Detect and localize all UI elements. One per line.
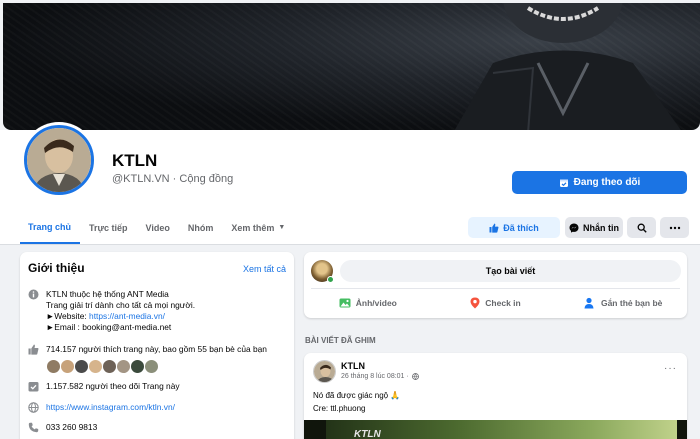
globe-icon [28,402,39,413]
followers-row: 1.157.582 người theo dõi Trang này [28,381,180,392]
pinned-posts-heading: BÀI VIẾT ĐÃ GHIM [305,336,376,345]
cover-photo[interactable] [3,3,700,130]
avatar-image [27,128,91,192]
post-author-name[interactable]: KTLN [341,361,365,371]
thumbs-up-icon [489,223,499,233]
message-label: Nhắn tin [583,222,619,233]
tab-groups[interactable]: Nhóm [179,211,223,244]
page-tabs: Trang chủ Trực tiếp Video Nhóm Xem thêm ▼ [20,211,294,244]
check-in-button[interactable]: Check in [432,290,560,316]
location-pin-icon [470,297,480,309]
tag-friends-button[interactable]: Gắn thẻ bạn bè [559,290,687,316]
message-button[interactable]: Nhắn tin [565,217,623,238]
post-author-avatar[interactable] [313,360,336,383]
image-frame [304,420,326,439]
bio-line-1: KTLN thuộc hệ thống ANT Media [46,289,169,299]
check-in-label: Check in [485,298,521,308]
friend-avatars[interactable] [46,359,159,374]
friend-avatar[interactable] [144,359,159,374]
see-all-link[interactable]: Xem tất cả [243,264,286,274]
tab-live-label: Trực tiếp [89,222,128,233]
follow-check-icon [559,179,568,187]
friend-avatar[interactable] [60,359,75,374]
instagram-row: https://www.instagram.com/ktln.vn/ [28,402,175,413]
tab-video[interactable]: Video [137,211,179,244]
followers-icon [28,382,39,392]
tag-friends-label: Gắn thẻ bạn bè [600,298,663,308]
friend-avatar[interactable] [74,359,89,374]
liked-button[interactable]: Đã thích [468,217,560,238]
post-meta: 26 tháng 8 lúc 08:01 · [341,373,419,380]
tag-friends-icon [584,297,594,309]
photo-icon [339,298,351,308]
post-avatar-image [314,361,335,382]
post-text-line-1: Nó đã được giác ngộ 🙏 [313,391,401,400]
messenger-icon [569,223,579,233]
tab-home[interactable]: Trang chủ [20,211,81,244]
tab-live[interactable]: Trực tiếp [80,211,137,244]
more-options-button[interactable] [660,217,689,238]
divider [311,288,680,289]
liked-label: Đã thích [503,222,539,233]
following-label: Đang theo dõi [573,177,641,188]
intro-title: Giới thiệu [28,261,85,275]
friend-avatar[interactable] [102,359,117,374]
bio-line-4: ►Email : booking@ant-media.net [46,322,172,332]
following-button[interactable]: Đang theo dõi [512,171,687,194]
tab-video-label: Video [145,222,170,233]
page-title: KTLN [112,151,158,170]
website-prefix: ►Website: [46,311,90,321]
image-frame [677,420,687,439]
image-watermark: KTLN [354,429,381,439]
create-post-card: Tạo bài viết Ảnh/video Check in Gắn thẻ … [304,252,687,318]
tab-groups-label: Nhóm [187,222,214,233]
thumbs-up-icon [28,344,39,355]
page-avatar[interactable] [21,122,97,198]
post-time[interactable]: 26 tháng 8 lúc 08:01 · [341,373,409,380]
chevron-down-icon: ▼ [278,224,286,231]
friend-avatar[interactable] [116,359,131,374]
pinned-post: KTLN 26 tháng 8 lúc 08:01 · ··· Nó đã đư… [304,353,687,439]
search-button[interactable] [627,217,656,238]
intro-card: Giới thiệu Xem tất cả KTLN thuộc hệ thốn… [20,252,294,439]
phone-number: 033 260 9813 [46,422,98,432]
tab-more[interactable]: Xem thêm ▼ [222,211,294,244]
website-link[interactable]: https://ant-media.vn/ [89,311,165,321]
page-subtitle: @KTLN.VN · Cộng đồng [112,173,234,185]
online-indicator [327,276,334,283]
likes-count: 714.157 người thích trang này, bao gồm 5… [46,344,267,354]
instagram-link[interactable]: https://www.instagram.com/ktln.vn/ [46,402,175,413]
phone-row: 033 260 9813 [28,422,97,433]
followers-count: 1.157.582 người theo dõi Trang này [46,381,180,391]
tab-more-label: Xem thêm [231,222,275,233]
user-avatar[interactable] [311,260,334,283]
tab-home-label: Trang chủ [28,221,72,232]
search-icon [637,223,647,233]
likes-row: 714.157 người thích trang này, bao gồm 5… [28,344,267,355]
create-post-button[interactable]: Tạo bài viết [340,260,681,282]
bio-line-2: Trang giải trí dành cho tất cả mọi người… [46,300,196,310]
post-text-line-2: Cre: ttl.phuong [313,404,366,413]
bio-line-3: ►Website: https://ant-media.vn/ [46,311,195,322]
intro-bio: KTLN thuộc hệ thống ANT Media Trang giải… [28,289,195,333]
post-image[interactable]: KTLN [304,420,687,439]
cover-figure [454,3,681,130]
globe-icon [411,373,419,380]
phone-icon [28,422,39,433]
post-text: Nó đã được giác ngộ 🙏 Cre: ttl.phuong [313,389,400,415]
info-icon [28,289,39,300]
friend-avatar[interactable] [130,359,145,374]
friend-avatar[interactable] [46,359,61,374]
photo-video-label: Ảnh/video [355,298,397,308]
photo-video-button[interactable]: Ảnh/video [304,290,432,316]
ellipsis-icon [669,226,680,229]
post-options-icon[interactable]: ··· [664,363,677,374]
friend-avatar[interactable] [88,359,103,374]
